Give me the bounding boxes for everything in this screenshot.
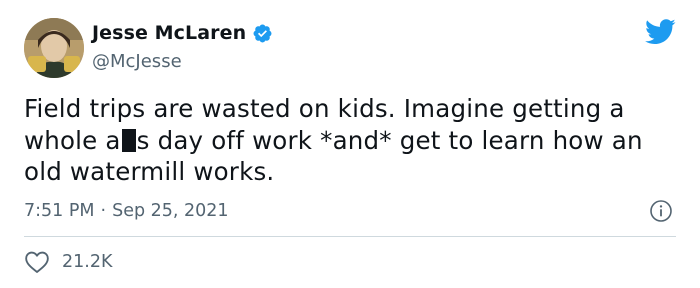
redaction-block (121, 128, 136, 152)
tweet-card: Jesse McLaren @McJesse Field trips are w… (0, 0, 700, 288)
author-name[interactable]: Jesse McLaren (92, 22, 246, 44)
info-icon[interactable] (649, 199, 673, 223)
avatar[interactable] (24, 18, 84, 78)
heart-icon[interactable] (24, 250, 50, 274)
tweet-time: 7:51 PM (24, 201, 95, 221)
author-name-row: Jesse McLaren (92, 22, 273, 44)
verified-badge-icon (253, 24, 272, 42)
like-count: 21.2K (62, 252, 113, 272)
tweet-timestamp[interactable]: 7:51 PM · Sep 25, 2021 (24, 201, 229, 221)
tweet-date: Sep 25, 2021 (112, 201, 229, 221)
like-action[interactable]: 21.2K (24, 250, 112, 274)
twitter-bird-icon[interactable] (645, 18, 676, 46)
tweet-text: Field trips are wasted on kids. Imagine … (24, 93, 684, 188)
author-handle[interactable]: @McJesse (92, 51, 182, 72)
divider (24, 236, 676, 237)
avatar-image (24, 18, 84, 78)
meta-separator: · (100, 201, 107, 221)
